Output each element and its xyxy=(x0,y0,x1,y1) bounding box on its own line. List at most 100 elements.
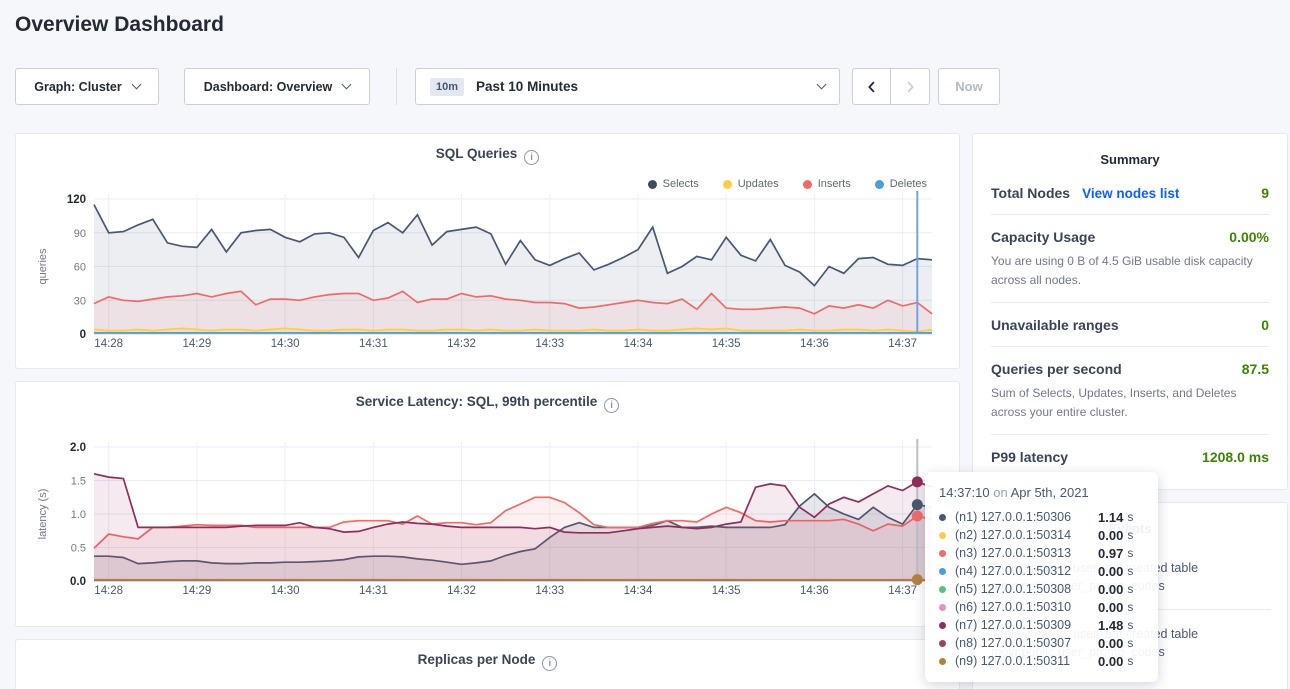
tooltip-node-unit: s xyxy=(1127,600,1133,614)
svg-text:14:33: 14:33 xyxy=(535,338,564,350)
tooltip-node-value: 0.00 xyxy=(1098,582,1123,597)
service-latency-panel: Service Latency: SQL, 99th percentile 14… xyxy=(15,381,960,627)
dashboard-dropdown[interactable]: Dashboard: Overview xyxy=(184,68,370,105)
tooltip-node-value: 1.48 xyxy=(1098,618,1123,633)
node-color-dot xyxy=(939,586,946,593)
tooltip-node-label: (n4) 127.0.0.1:50312 xyxy=(955,564,1098,578)
svg-text:14:33: 14:33 xyxy=(535,585,564,597)
svg-text:0: 0 xyxy=(80,329,86,341)
summary-rows: Total NodesView nodes list9Capacity Usag… xyxy=(973,171,1287,478)
tooltip-row: (n4) 127.0.0.1:503120.00 s xyxy=(939,562,1144,580)
svg-text:14:28: 14:28 xyxy=(94,338,123,350)
service-latency-chart[interactable]: 14:2814:2914:3014:3114:3214:3314:3414:35… xyxy=(16,432,961,606)
svg-text:14:35: 14:35 xyxy=(712,585,741,597)
dashboard-dropdown-label: Dashboard: Overview xyxy=(204,80,333,94)
tooltip-node-label: (n3) 127.0.0.1:50313 xyxy=(955,546,1098,560)
tooltip-node-unit: s xyxy=(1127,510,1133,524)
node-color-dot xyxy=(939,568,946,575)
replicas-per-node-panel: Replicas per Node xyxy=(15,639,960,689)
tooltip-node-value: 0.00 xyxy=(1098,600,1123,615)
summary-row-value: 9 xyxy=(1261,185,1269,201)
graph-dropdown-label: Graph: Cluster xyxy=(34,80,122,94)
tooltip-node-unit: s xyxy=(1127,654,1133,668)
chevron-down-icon xyxy=(817,80,827,90)
chevron-down-icon xyxy=(131,80,141,90)
service-latency-title: Service Latency: SQL, 99th percentile xyxy=(16,394,959,413)
tooltip-row: (n8) 127.0.0.1:503070.00s xyxy=(939,634,1144,652)
tooltip-timestamp: 14:37:10 on Apr 5th, 2021 xyxy=(939,485,1144,500)
svg-text:60: 60 xyxy=(74,262,86,274)
time-next-button[interactable] xyxy=(891,68,930,105)
controls-divider xyxy=(396,68,397,105)
svg-text:14:31: 14:31 xyxy=(359,338,388,350)
graph-dropdown[interactable]: Graph: Cluster xyxy=(15,68,159,105)
node-color-dot xyxy=(939,514,946,521)
svg-text:14:29: 14:29 xyxy=(183,585,212,597)
svg-text:90: 90 xyxy=(74,228,86,240)
now-button[interactable]: Now xyxy=(938,68,1000,105)
tooltip-row: (n6) 127.0.0.1:503100.00 s xyxy=(939,598,1144,616)
tooltip-row: (n9) 127.0.0.1:503110.00s xyxy=(939,652,1144,670)
tooltip-row: (n3) 127.0.0.1:503130.97 s xyxy=(939,544,1144,562)
svg-text:30: 30 xyxy=(74,295,86,307)
node-color-dot xyxy=(939,604,946,611)
svg-text:120: 120 xyxy=(67,194,86,206)
tooltip-node-unit: s xyxy=(1127,618,1133,632)
summary-row-label: Capacity Usage xyxy=(991,229,1095,245)
replicas-per-node-title: Replicas per Node xyxy=(16,652,959,671)
sql-queries-chart[interactable]: 14:2814:2914:3014:3114:3214:3314:3414:35… xyxy=(16,186,961,358)
svg-text:14:30: 14:30 xyxy=(271,338,300,350)
summary-row-label: P99 latency xyxy=(991,449,1068,465)
summary-panel: Summary Total NodesView nodes list9Capac… xyxy=(972,133,1288,490)
svg-text:14:32: 14:32 xyxy=(447,338,476,350)
svg-text:1.5: 1.5 xyxy=(71,476,86,488)
overview-dashboard-page: Overview Dashboard Graph: Cluster Dashbo… xyxy=(0,0,1290,689)
time-range-label: Past 10 Minutes xyxy=(476,79,578,94)
tooltip-node-value: 0.97 xyxy=(1098,546,1123,561)
svg-text:14:36: 14:36 xyxy=(800,338,829,350)
summary-row-subtext: Sum of Selects, Updates, Inserts, and De… xyxy=(991,384,1269,421)
node-color-dot xyxy=(939,640,946,647)
tooltip-rows: (n1) 127.0.0.1:503061.14 s (n2) 127.0.0.1:… xyxy=(939,508,1144,670)
view-nodes-list-link[interactable]: View nodes list xyxy=(1082,186,1179,201)
chevron-right-icon xyxy=(901,78,919,96)
tooltip-node-unit: s xyxy=(1127,564,1133,578)
tooltip-row: (n5) 127.0.0.1:503080.00s xyxy=(939,580,1144,598)
tooltip-row: (n7) 127.0.0.1:503091.48s xyxy=(939,616,1144,634)
controls-bar: Graph: Cluster Dashboard: Overview 10m P… xyxy=(0,68,1290,105)
summary-row-value: 0 xyxy=(1261,317,1269,333)
tooltip-node-label: (n1) 127.0.0.1:50306 xyxy=(955,510,1098,524)
svg-text:0.0: 0.0 xyxy=(70,576,86,588)
tooltip-node-label: (n6) 127.0.0.1:50310 xyxy=(955,600,1098,614)
tooltip-node-unit: s xyxy=(1127,546,1133,560)
svg-text:queries: queries xyxy=(37,248,49,285)
svg-text:latency (s): latency (s) xyxy=(37,489,49,540)
svg-text:14:32: 14:32 xyxy=(447,585,476,597)
svg-text:14:37: 14:37 xyxy=(888,585,917,597)
chart-hover-tooltip: 14:37:10 on Apr 5th, 2021 (n1) 127.0.0.1… xyxy=(925,472,1158,682)
svg-text:1.0: 1.0 xyxy=(71,509,86,521)
summary-row-value: 87.5 xyxy=(1242,361,1269,377)
node-color-dot xyxy=(939,550,946,557)
svg-text:14:30: 14:30 xyxy=(271,585,300,597)
tooltip-node-value: 0.00 xyxy=(1098,636,1123,651)
summary-row: Queries per second87.5Sum of Selects, Up… xyxy=(991,347,1269,435)
page-title: Overview Dashboard xyxy=(15,13,224,37)
tooltip-node-label: (n9) 127.0.0.1:50311 xyxy=(955,654,1098,668)
info-icon[interactable] xyxy=(524,150,539,165)
time-prev-button[interactable] xyxy=(852,68,891,105)
summary-row: Unavailable ranges0 xyxy=(991,303,1269,347)
tooltip-node-unit: s xyxy=(1127,528,1133,542)
tooltip-row: (n1) 127.0.0.1:503061.14 s xyxy=(939,508,1144,526)
tooltip-node-value: 0.00 xyxy=(1098,564,1123,579)
tooltip-node-label: (n2) 127.0.0.1:50314 xyxy=(955,528,1098,542)
summary-row-value: 0.00% xyxy=(1229,229,1269,245)
tooltip-node-unit: s xyxy=(1127,582,1133,596)
info-icon[interactable] xyxy=(604,398,619,413)
svg-text:2.0: 2.0 xyxy=(70,442,86,454)
time-range-selector[interactable]: 10m Past 10 Minutes xyxy=(415,68,840,105)
tooltip-node-unit: s xyxy=(1127,636,1133,650)
tooltip-node-value: 1.14 xyxy=(1098,510,1123,525)
info-icon[interactable] xyxy=(542,656,557,671)
summary-row: Capacity Usage0.00%You are using 0 B of … xyxy=(991,215,1269,303)
